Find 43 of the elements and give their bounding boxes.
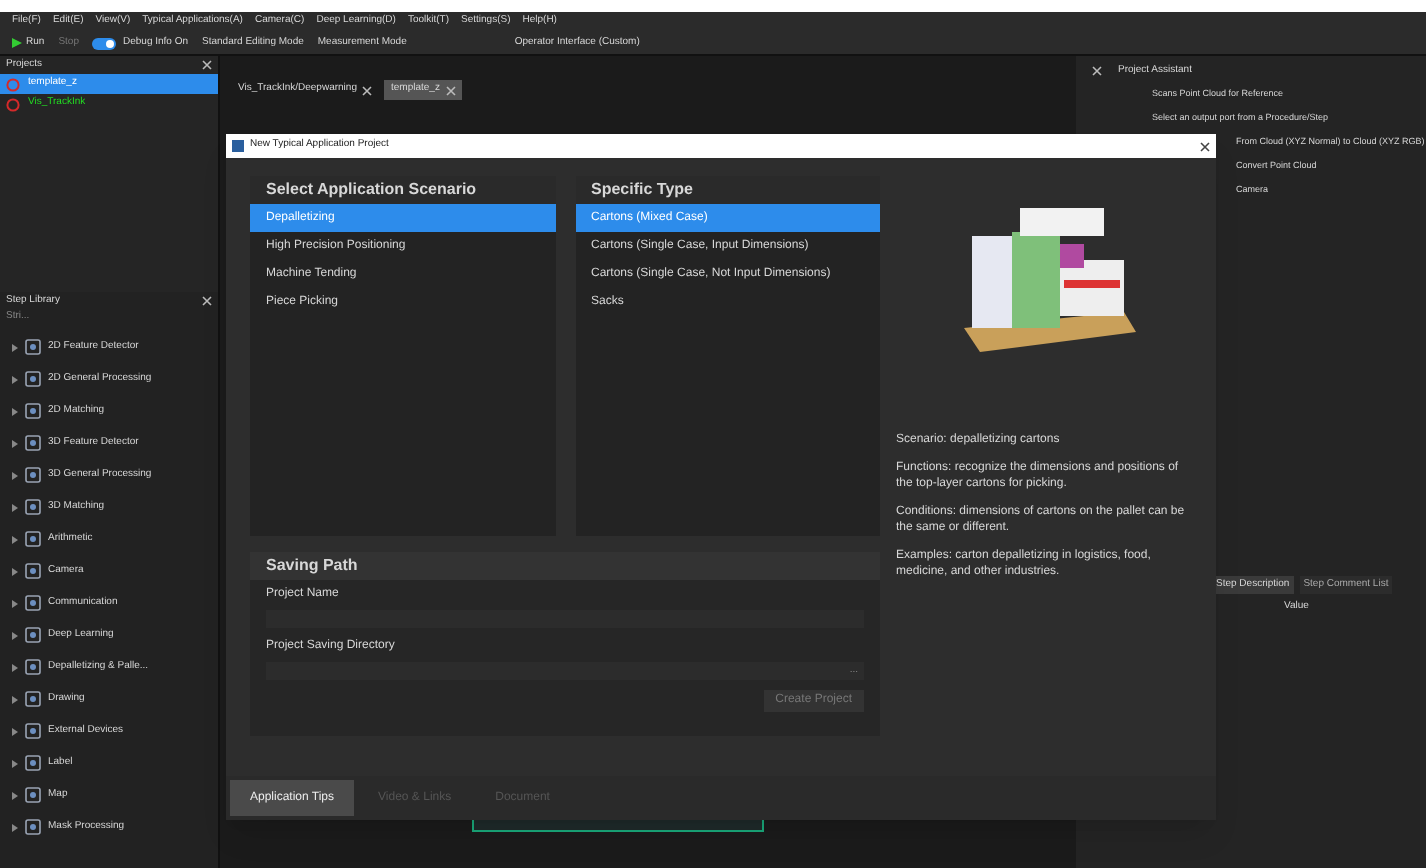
expand-arrow-icon[interactable]	[12, 663, 18, 671]
toggle-switch[interactable]	[92, 37, 117, 49]
expand-arrow-icon[interactable]	[12, 599, 18, 607]
step-category-icon	[24, 690, 42, 708]
step-category-icon	[24, 562, 42, 580]
play-icon	[12, 38, 22, 48]
expand-arrow-icon[interactable]	[12, 439, 18, 447]
expand-arrow-icon[interactable]	[12, 471, 18, 479]
app-icon	[232, 140, 244, 152]
expand-arrow-icon[interactable]	[12, 343, 18, 351]
expand-arrow-icon[interactable]	[12, 631, 18, 639]
expand-arrow-icon[interactable]	[12, 823, 18, 831]
expand-arrow-icon[interactable]	[12, 695, 18, 703]
expand-arrow-icon[interactable]	[12, 535, 18, 543]
section-title: Saving Path	[266, 554, 358, 578]
step-category-icon	[24, 722, 42, 740]
expand-arrow-icon[interactable]	[12, 727, 18, 735]
step-category-icon	[24, 626, 42, 644]
expand-arrow-icon[interactable]	[12, 567, 18, 575]
expand-arrow-icon[interactable]	[12, 407, 18, 415]
expand-arrow-icon[interactable]	[12, 375, 18, 383]
close-icon[interactable]	[202, 296, 212, 306]
close-icon[interactable]	[362, 85, 373, 95]
step-category-icon	[24, 594, 42, 612]
step-category-icon	[24, 466, 42, 484]
step-category-icon	[24, 754, 42, 772]
step-category-icon	[24, 786, 42, 804]
step-category-icon	[24, 370, 42, 388]
close-icon[interactable]	[202, 60, 212, 70]
list-title: Select Application Scenario	[266, 178, 477, 202]
close-icon[interactable]	[1200, 141, 1210, 151]
close-icon[interactable]	[1092, 66, 1102, 76]
expand-arrow-icon[interactable]	[12, 503, 18, 511]
step-category-icon	[24, 498, 42, 516]
step-category-icon	[24, 338, 42, 356]
expand-arrow-icon[interactable]	[12, 759, 18, 767]
step-category-icon	[24, 530, 42, 548]
list-title: Specific Type	[591, 178, 693, 202]
expand-arrow-icon[interactable]	[12, 791, 18, 799]
step-category-icon	[24, 434, 42, 452]
step-category-icon	[24, 402, 42, 420]
step-category-icon	[24, 818, 42, 836]
step-category-icon	[24, 658, 42, 676]
